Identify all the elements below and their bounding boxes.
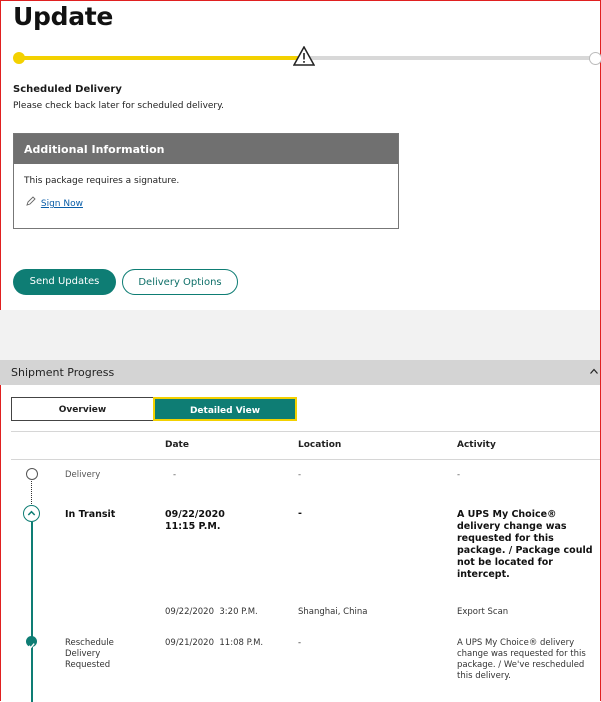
row-activity: -	[457, 470, 461, 480]
activity-line: delivery change was	[457, 521, 567, 532]
activity-line: A UPS My Choice® delivery	[457, 638, 575, 648]
additional-info-title: Additional Information	[14, 134, 398, 164]
shipment-progress-label: Shipment Progress	[11, 366, 115, 379]
signature-required-text: This package requires a signature.	[24, 176, 180, 186]
timeline-line	[31, 522, 33, 702]
row-date: 09/22/2020 3:20 P.M.	[165, 607, 258, 617]
status-line: Delivery	[65, 649, 101, 659]
row-status: In Transit	[65, 509, 116, 520]
progress-fill	[18, 56, 308, 60]
activity-line: package. / Package could	[457, 545, 593, 556]
status-line: Reschedule	[65, 638, 114, 648]
progress-start-dot	[13, 52, 25, 64]
timeline-check-icon	[26, 636, 37, 649]
column-header-activity: Activity	[457, 440, 496, 450]
tab-detailed-view[interactable]: Detailed View	[153, 397, 297, 421]
row-activity: Export Scan	[457, 607, 509, 617]
row-location: -	[298, 470, 302, 480]
activity-line: change was requested for this	[457, 649, 586, 659]
row-location: -	[298, 638, 302, 648]
row-date-line: 09/22/2020	[165, 509, 225, 520]
table-top-divider	[11, 431, 600, 432]
section-spacer	[0, 310, 600, 360]
activity-line: intercept.	[457, 569, 510, 580]
timeline-empty-circle-icon	[26, 468, 38, 480]
activity-line: A UPS My Choice®	[457, 509, 557, 520]
chevron-up-icon[interactable]	[590, 366, 598, 377]
scheduled-delivery-text: Please check back later for scheduled de…	[13, 101, 225, 111]
scheduled-delivery-title: Scheduled Delivery	[13, 84, 122, 95]
send-updates-button[interactable]: Send Updates	[13, 269, 116, 295]
progress-end-dot	[589, 52, 601, 65]
activity-line: this delivery.	[457, 671, 511, 681]
activity-line: requested for this	[457, 533, 554, 544]
tab-overview[interactable]: Overview	[11, 397, 154, 421]
status-line: Requested	[65, 660, 111, 670]
row-location: -	[298, 508, 302, 519]
row-activity: A UPS My Choice® delivery change was req…	[457, 638, 586, 682]
timeline-dotted-line	[31, 481, 32, 504]
delivery-options-button[interactable]: Delivery Options	[122, 269, 238, 295]
row-date: 09/21/2020 11:08 P.M.	[165, 638, 264, 648]
row-status: Delivery	[65, 470, 101, 480]
column-header-date: Date	[165, 440, 189, 450]
shipment-progress-header[interactable]: Shipment Progress	[0, 360, 600, 385]
table-header-divider	[11, 459, 600, 460]
row-time-line: 11:15 P.M.	[165, 521, 221, 532]
sign-now-row[interactable]: Sign Now	[26, 196, 83, 209]
pencil-icon	[26, 196, 38, 209]
column-header-location: Location	[298, 440, 342, 450]
row-location: Shanghai, China	[298, 607, 368, 617]
sign-now-link[interactable]: Sign Now	[41, 199, 83, 209]
activity-line: not be located for	[457, 557, 553, 568]
timeline-chevron-up-icon[interactable]	[23, 505, 40, 522]
row-activity: A UPS My Choice® delivery change was req…	[457, 509, 593, 581]
activity-line: package. / We've rescheduled	[457, 660, 585, 670]
warning-triangle-icon	[293, 46, 315, 66]
row-date: -	[173, 470, 177, 480]
row-date: 09/22/2020 11:15 P.M.	[165, 509, 225, 533]
page-title: Update	[13, 2, 114, 31]
row-status: Reschedule Delivery Requested	[65, 638, 114, 671]
additional-info-box: Additional Information This package requ…	[13, 133, 399, 229]
